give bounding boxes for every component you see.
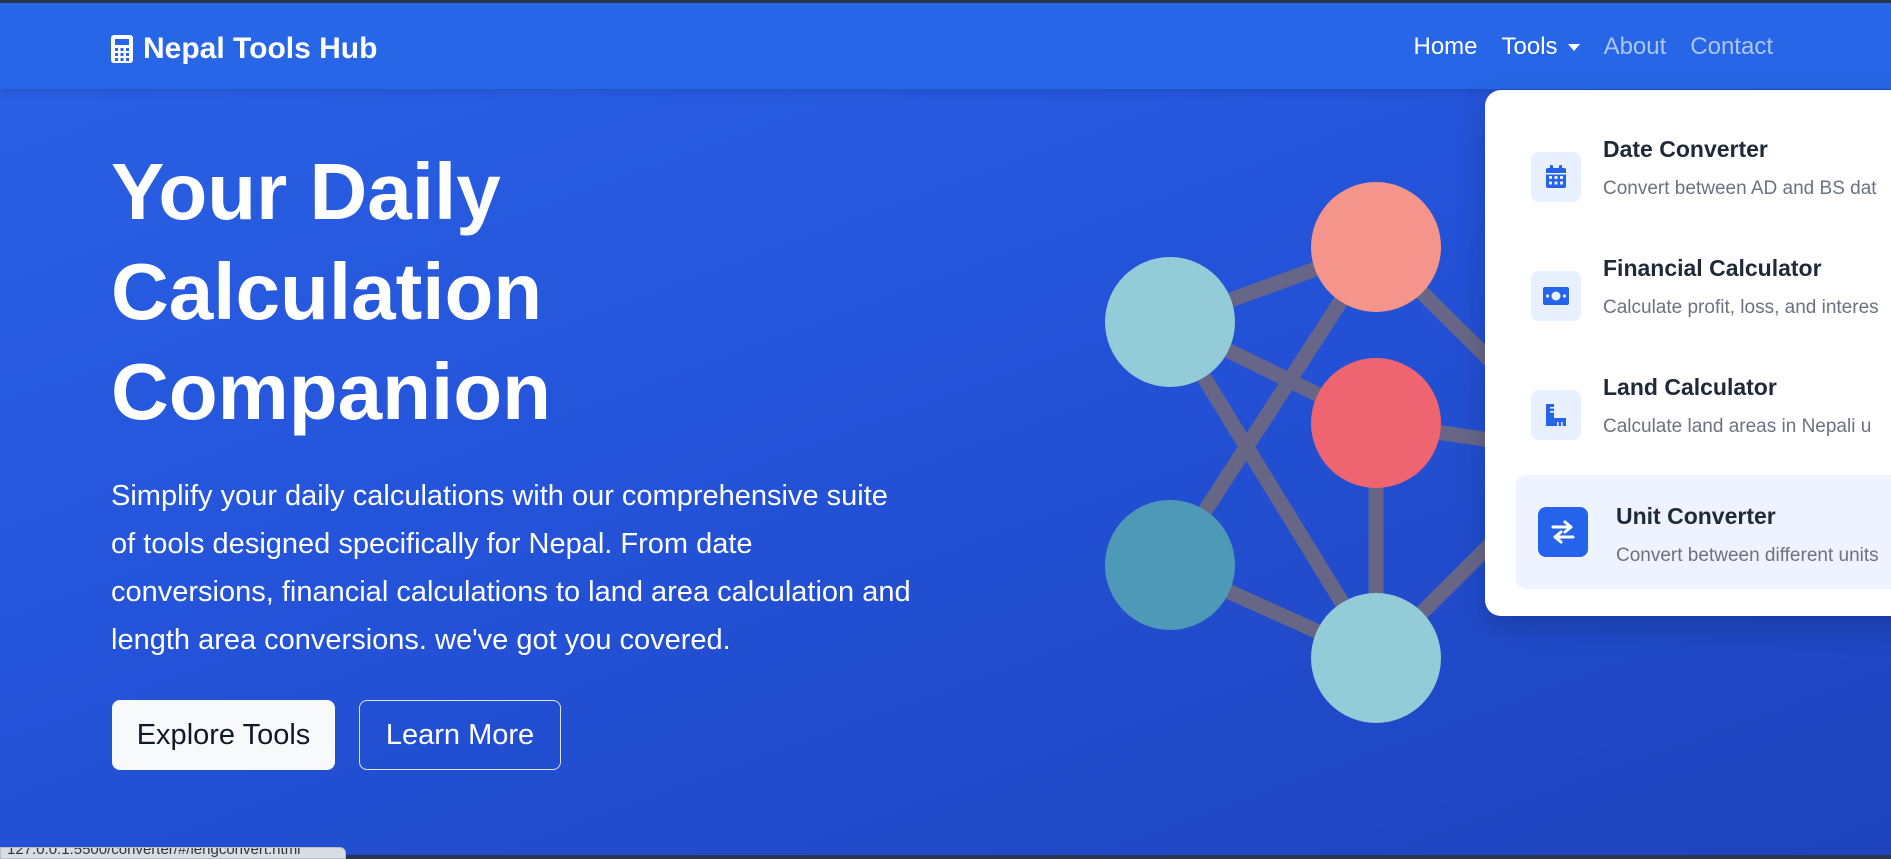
money-bill-icon [1531,271,1581,321]
learn-more-button[interactable]: Learn More [359,700,561,770]
dropdown-item-title: Unit Converter [1616,503,1776,529]
brand-name: Nepal Tools Hub [143,32,378,65]
caret-down-icon [1567,43,1580,51]
dropdown-item-date-converter[interactable]: Date Converter Convert between AD and BS… [1509,110,1891,224]
network-node-teal [1105,500,1235,630]
network-illustration [1105,182,1498,723]
dropdown-item-financial-calculator[interactable]: Financial Calculator Calculate profit, l… [1509,229,1891,343]
dropdown-item-title: Financial Calculator [1603,255,1822,281]
status-bar-url-text: 127.0.0.1:5500/converter/#/lengconvert.h… [7,847,301,858]
calendar-icon [1531,152,1581,202]
nav-about[interactable]: About [1604,33,1667,61]
hero-title: Your Daily Calculation Companion [111,142,731,442]
hero-title-line-2: Calculation [111,247,543,336]
tools-dropdown-menu: Date Converter Convert between AD and BS… [1485,90,1891,616]
hero-title-line-3: Companion [111,347,551,436]
window-bottom-border [346,855,1891,859]
calculator-icon [111,35,133,63]
status-bar-url: 127.0.0.1:5500/converter/#/lengconvert.h… [0,847,346,859]
nav-contact[interactable]: Contact [1690,33,1773,61]
nav-tools-dropdown[interactable]: Tools [1502,33,1580,61]
nav-home[interactable]: Home [1414,33,1478,61]
nav-links: Home Tools About Contact [1390,33,1774,61]
exchange-arrows-icon [1538,507,1588,557]
network-node-light-blue [1105,257,1235,387]
navbar: Nepal Tools Hub Home Tools About Contact [0,3,1891,89]
dropdown-item-description: Convert between AD and BS dat [1603,178,1877,199]
explore-tools-button[interactable]: Explore Tools [112,700,335,770]
brand-link[interactable]: Nepal Tools Hub [111,32,377,66]
hero-title-line-1: Your Daily [111,147,501,236]
hero-description: Simplify your daily calculations with ou… [111,480,911,656]
dropdown-item-title: Date Converter [1603,136,1768,162]
network-node-light-blue [1311,593,1441,723]
ruler-icon [1531,390,1581,440]
dropdown-item-description: Convert between different units [1616,545,1879,566]
network-node-red [1311,358,1441,488]
dropdown-item-land-calculator[interactable]: Land Calculator Calculate land areas in … [1509,348,1891,462]
dropdown-item-unit-converter[interactable]: Unit Converter Convert between different… [1516,475,1891,589]
nav-tools-label: Tools [1501,33,1558,60]
dropdown-item-description: Calculate land areas in Nepali u [1603,416,1872,437]
network-node-salmon [1311,182,1441,312]
dropdown-item-title: Land Calculator [1603,374,1777,400]
dropdown-item-description: Calculate profit, loss, and interes [1603,297,1879,318]
